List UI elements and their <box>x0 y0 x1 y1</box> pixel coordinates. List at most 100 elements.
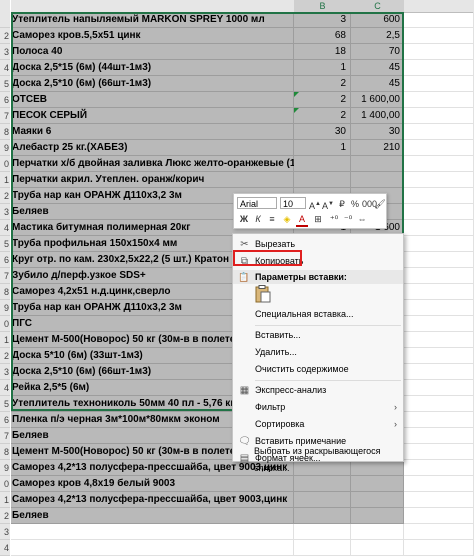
table-row[interactable]: 8 Маяки 6 30 30 <box>0 124 474 140</box>
table-row[interactable]: 6 ОТСЕВ 2 1 600,00 <box>0 92 474 108</box>
row-header[interactable]: 5 <box>0 236 10 252</box>
row-header[interactable]: 1 <box>0 172 10 188</box>
borders-icon[interactable]: ⊞ <box>312 213 324 225</box>
cell-a[interactable]: Беляев <box>11 508 294 524</box>
cell-b[interactable] <box>294 492 351 508</box>
table-row[interactable]: 3 <box>0 524 474 540</box>
cell-a[interactable]: Саморез кров.5,5х51 цинк <box>11 28 294 44</box>
menu-item-clear[interactable]: Очистить содержимое <box>233 361 403 378</box>
paste-option-button[interactable] <box>255 285 271 303</box>
cell-d[interactable] <box>404 252 474 268</box>
row-header[interactable]: 7 <box>0 428 10 444</box>
row-header[interactable]: 8 <box>0 124 10 140</box>
cell-c[interactable] <box>351 524 404 540</box>
cell-d[interactable] <box>404 332 474 348</box>
row-header[interactable]: 3 <box>0 524 10 540</box>
cell-d[interactable] <box>404 236 474 252</box>
row-header[interactable] <box>0 12 10 28</box>
cell-a[interactable]: Маяки 6 <box>11 124 294 140</box>
table-row[interactable]: 2 Беляев <box>0 508 474 524</box>
cell-b[interactable]: 2 <box>294 92 351 108</box>
row-header[interactable]: 4 <box>0 220 10 236</box>
cell-a[interactable]: Доска 2,5*10 (6м) (66шт-1м3) <box>11 76 294 92</box>
cell-d[interactable] <box>404 60 474 76</box>
row-header[interactable]: 1 <box>0 492 10 508</box>
cell-c[interactable]: 45 <box>351 76 404 92</box>
row-header[interactable]: 8 <box>0 284 10 300</box>
cell-d[interactable] <box>404 524 474 540</box>
cell-d[interactable] <box>404 188 474 204</box>
cell-d[interactable] <box>404 316 474 332</box>
table-row[interactable]: 1 Перчатки акрил. Утеплен. оранж/корич <box>0 172 474 188</box>
row-header[interactable]: 4 <box>0 60 10 76</box>
row-header[interactable]: 4 <box>0 380 10 396</box>
menu-item-delete[interactable]: Удалить... <box>233 344 403 361</box>
cell-a[interactable]: ОТСЕВ <box>11 92 294 108</box>
row-header[interactable]: 7 <box>0 108 10 124</box>
italic-button[interactable]: К <box>252 213 264 225</box>
cell-b[interactable]: 1 <box>294 140 351 156</box>
cell-c[interactable]: 2,5 <box>351 28 404 44</box>
cell-c[interactable] <box>351 508 404 524</box>
row-header[interactable]: 0 <box>0 316 10 332</box>
cell-c[interactable]: 1 400,00 <box>351 108 404 124</box>
cell-d[interactable] <box>404 300 474 316</box>
menu-item-insert[interactable]: Вставить... <box>233 327 403 344</box>
cell-c[interactable] <box>351 476 404 492</box>
table-row[interactable]: 5 Доска 2,5*10 (6м) (66шт-1м3) 2 45 <box>0 76 474 92</box>
row-header[interactable]: 2 <box>0 348 10 364</box>
menu-item-paste-special[interactable]: Специальная вставка... <box>233 306 403 323</box>
menu-item-quick-analysis[interactable]: ▦ Экспресс-анализ <box>233 382 403 399</box>
cell-b[interactable]: 68 <box>294 28 351 44</box>
cell-a[interactable] <box>11 540 294 556</box>
decrease-font-icon[interactable]: A▼ <box>322 198 334 211</box>
cell-d[interactable] <box>404 284 474 300</box>
cell-b[interactable]: 30 <box>294 124 351 140</box>
menu-item-pick-list[interactable]: Выбрать из раскрывающегося списка... <box>232 443 402 473</box>
row-header[interactable]: 4 <box>0 540 10 556</box>
font-size-box[interactable]: 10 <box>280 197 306 209</box>
table-row[interactable]: 3 Полоса 40 18 70 <box>0 44 474 60</box>
cell-b[interactable] <box>294 476 351 492</box>
align-center-icon[interactable]: ≡ <box>266 213 278 225</box>
cell-d[interactable] <box>404 28 474 44</box>
cell-b[interactable] <box>294 524 351 540</box>
row-header[interactable]: 2 <box>0 508 10 524</box>
font-name-box[interactable]: Arial <box>237 197 277 209</box>
decrease-decimal-icon[interactable]: ⁻⁰ <box>342 213 354 225</box>
row-header[interactable]: 9 <box>0 300 10 316</box>
cell-d[interactable] <box>404 492 474 508</box>
cell-c[interactable]: 1 600,00 <box>351 92 404 108</box>
cell-b[interactable]: 1 <box>294 60 351 76</box>
row-header[interactable]: 0 <box>0 156 10 172</box>
row-header[interactable]: 6 <box>0 252 10 268</box>
cell-d[interactable] <box>404 380 474 396</box>
currency-format-icon[interactable]: ₽ <box>336 198 348 210</box>
paintbrush-icon[interactable]: 🖌 <box>374 198 386 210</box>
cell-d[interactable] <box>404 44 474 60</box>
cell-a[interactable]: Утеплитель напыляемый MARKON SPREY 1000 … <box>11 12 294 28</box>
merge-cells-icon[interactable]: ⇔ <box>356 213 368 225</box>
cell-c[interactable]: 210 <box>351 140 404 156</box>
table-row[interactable]: 2 Саморез кров.5,5х51 цинк 68 2,5 <box>0 28 474 44</box>
cell-c[interactable] <box>351 540 404 556</box>
cell-b[interactable]: 2 <box>294 108 351 124</box>
cell-a[interactable]: Полоса 40 <box>11 44 294 60</box>
row-header[interactable]: 9 <box>0 460 10 476</box>
cell-d[interactable] <box>404 76 474 92</box>
cell-d[interactable] <box>404 396 474 412</box>
cell-d[interactable] <box>404 220 474 236</box>
row-header[interactable]: 3 <box>0 44 10 60</box>
row-header[interactable]: 0 <box>0 476 10 492</box>
percent-format-icon[interactable]: % <box>349 198 361 210</box>
row-header[interactable]: 9 <box>0 140 10 156</box>
cell-d[interactable] <box>404 156 474 172</box>
cell-a[interactable]: Перчатки акрил. Утеплен. оранж/корич <box>11 172 294 188</box>
cell-c[interactable]: 70 <box>351 44 404 60</box>
cell-b[interactable]: 3 <box>294 12 351 28</box>
table-row[interactable]: Утеплитель напыляемый MARKON SPREY 1000 … <box>0 12 474 28</box>
cell-d[interactable] <box>404 364 474 380</box>
increase-decimal-icon[interactable]: ⁺⁰ <box>328 213 340 225</box>
cell-d[interactable] <box>404 268 474 284</box>
cell-d[interactable] <box>404 172 474 188</box>
